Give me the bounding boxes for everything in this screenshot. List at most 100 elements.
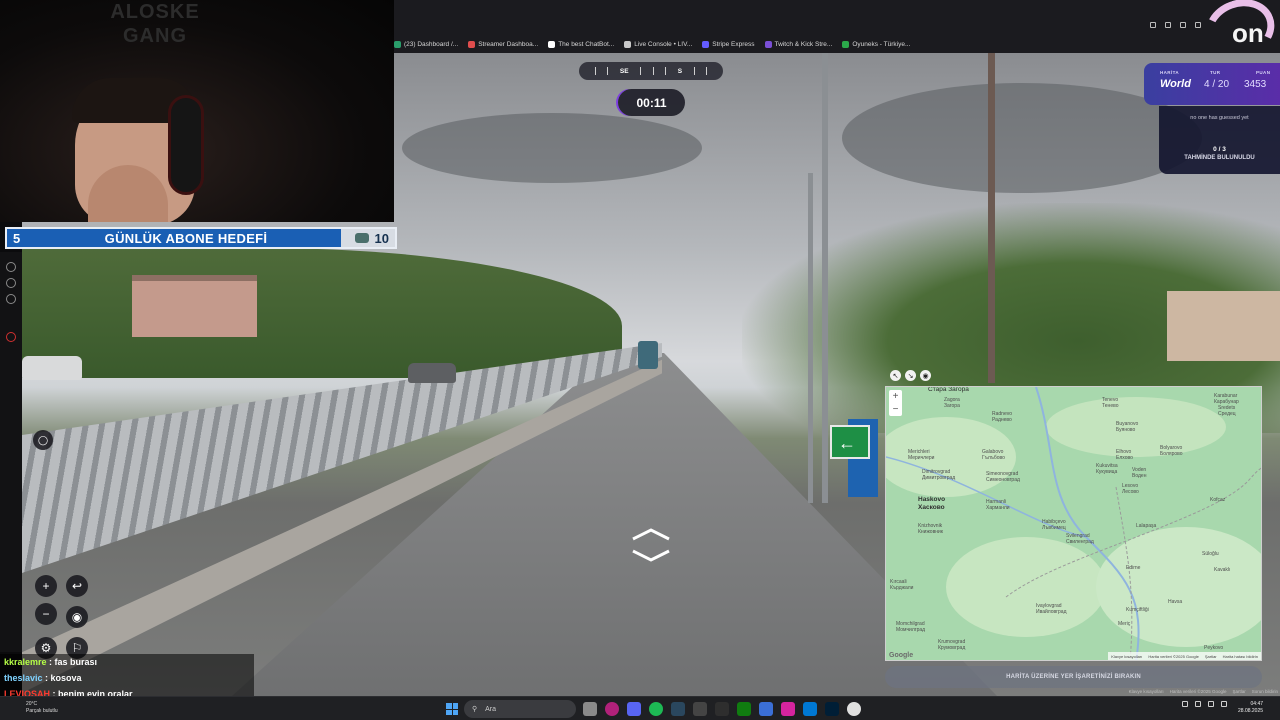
round-label: TUR [1210,70,1221,75]
bookmark-label: (23) Dashboard /... [404,40,459,48]
weather-widget[interactable]: 20°C Parçalı bulutlu [26,701,58,715]
chevron-up-icon[interactable] [1182,701,1188,707]
move-forward-arrow[interactable] [631,527,671,541]
instagram-icon[interactable] [781,702,795,716]
xbox-icon[interactable] [737,702,751,716]
app-icon[interactable] [759,702,773,716]
camera-icon[interactable]: ◯ [33,430,53,450]
location-pin-icon[interactable]: ◉ [66,606,88,628]
map-place-label: Kofçaz [1210,497,1226,503]
zoom-out-button[interactable]: − [35,603,57,625]
clock-time: 04:47 [1250,701,1264,707]
map-footer: Klavye kısayolları Harita verileri ©2025 … [1108,652,1261,660]
bookmark-item[interactable]: (23) Dashboard /... [394,37,458,51]
bookmark-favicon-icon [624,40,632,48]
house [132,275,257,337]
map-place-label: Kavaklı [1214,567,1231,573]
map-place-label: Буяново [1116,427,1136,433]
map-place-label: Свиленград [1066,539,1094,545]
attribution-link[interactable]: Klavye kısayolları [1129,689,1164,694]
chrome-icon[interactable] [847,702,861,716]
goal-current: 5 [13,230,21,246]
map-place-label: Meriç [1118,621,1131,627]
place-marker-button[interactable]: HARİTA ÜZERİNE YER İŞARETİNİZİ BIRAKIN [885,666,1262,688]
file-explorer-icon[interactable] [583,702,597,716]
bookmark-item[interactable]: Stripe Express [702,37,755,51]
round-counter: 4 / 20 [1204,79,1230,90]
map-place-label: Haskovo [918,496,946,503]
attribution-link[interactable]: Sorun bildirin [1252,689,1278,694]
bookmark-favicon-icon [842,40,850,48]
attribution-link[interactable]: Harita hatası bildirin [1223,654,1258,659]
map-place-label: Стара Загора [928,386,969,393]
map-place-label: Kumçiftliği [1126,607,1149,613]
map-place-label: Харманли [986,505,1010,511]
attribution-link[interactable]: Harita verileri ©2025 Google [1148,654,1199,659]
map-place-label: Havsa [1168,599,1183,605]
shrink-map-icon[interactable]: ↘ [905,370,916,381]
bookmark-item[interactable]: Twitch & Kick Stre... [764,37,832,51]
taskbar-search[interactable]: ⚲ Ara [464,700,576,718]
lowland-area [946,537,1106,637]
bookmark-item[interactable]: Streamer Dashboa... [468,37,538,51]
pin-map-icon[interactable]: ◉ [920,370,931,381]
windows-start-icon[interactable] [446,703,458,715]
street-lamp [822,53,828,503]
play-icon[interactable] [1195,22,1201,28]
extension-icon[interactable] [1150,22,1156,28]
system-clock[interactable]: 04:47 28.08.2025 [1238,701,1263,715]
volume-icon[interactable] [1221,701,1227,707]
chat-message: kkralemre : fas burası [4,657,97,667]
hillside [22,248,622,378]
undo-button[interactable]: ↩ [66,575,88,597]
discord-icon[interactable] [627,702,641,716]
map-place-label: Меричлери [908,455,935,461]
shield-icon[interactable] [1180,22,1186,28]
map-zoom-control[interactable]: + − [889,390,902,416]
map-size-controls: ↖ ↘ ◉ [890,370,931,381]
round-timer: 00:11 [618,89,685,116]
app-icon[interactable] [803,702,817,716]
system-tray [1182,701,1227,707]
zoom-in-button[interactable]: + [35,575,57,597]
search-placeholder: Ara [485,705,497,713]
browser-sidebar [0,252,22,652]
map-place-label: Загора [944,403,960,409]
bookmark-item[interactable]: Live Console • LIV... [624,37,692,51]
map-place-label: Симеоновград [986,477,1020,483]
map-place-label: Лесово [1122,489,1139,495]
attribution-link[interactable]: Harita verileri ©2025 Google [1170,689,1227,694]
guess-map[interactable]: + − Стара Загора Zagora Загора Radnevo Раднев… [885,386,1262,661]
record-icon[interactable] [6,332,16,342]
settings-icon[interactable] [6,294,16,304]
watermark-line: ALOSKE [110,1,200,23]
move-back-arrow[interactable] [631,549,671,563]
app-tray-icon[interactable] [1195,701,1201,707]
direction-sign: ← [830,425,870,459]
map-place-label: Димитровград [922,475,956,481]
attribution-link[interactable]: Şartlar [1205,654,1217,659]
chat-username[interactable]: theslavic [4,673,43,683]
steam-icon[interactable] [671,702,685,716]
app-icon[interactable] [715,702,729,716]
expand-map-icon[interactable]: ↖ [890,370,901,381]
app-icon[interactable] [693,702,707,716]
opera-icon[interactable] [605,702,619,716]
bookmark-item[interactable]: Oyuneks - Türkiye... [842,37,910,51]
extension-icon[interactable] [1165,22,1171,28]
google-logo: Google [889,652,914,659]
chat-username[interactable]: kkralemre [4,657,47,667]
spotify-icon[interactable] [649,702,663,716]
weather-temp: 20°C [26,701,38,707]
compass-tick [607,67,609,75]
wifi-icon[interactable] [1208,701,1214,707]
bookmark-item[interactable]: The best ChatBot... [548,37,614,51]
attribution-link[interactable]: Klavye kısayolları [1111,654,1142,659]
photoshop-icon[interactable] [825,702,839,716]
extensions-icon[interactable] [6,278,16,288]
subscriber-goal-bar: 5 GÜNLÜK ABONE HEDEFİ 10 [5,227,397,249]
map-place-label: Lalapaşa [1136,523,1157,529]
attribution-link[interactable]: Şartlar [1232,689,1245,694]
history-icon[interactable] [6,262,16,272]
goal-target: 10 [341,229,395,247]
